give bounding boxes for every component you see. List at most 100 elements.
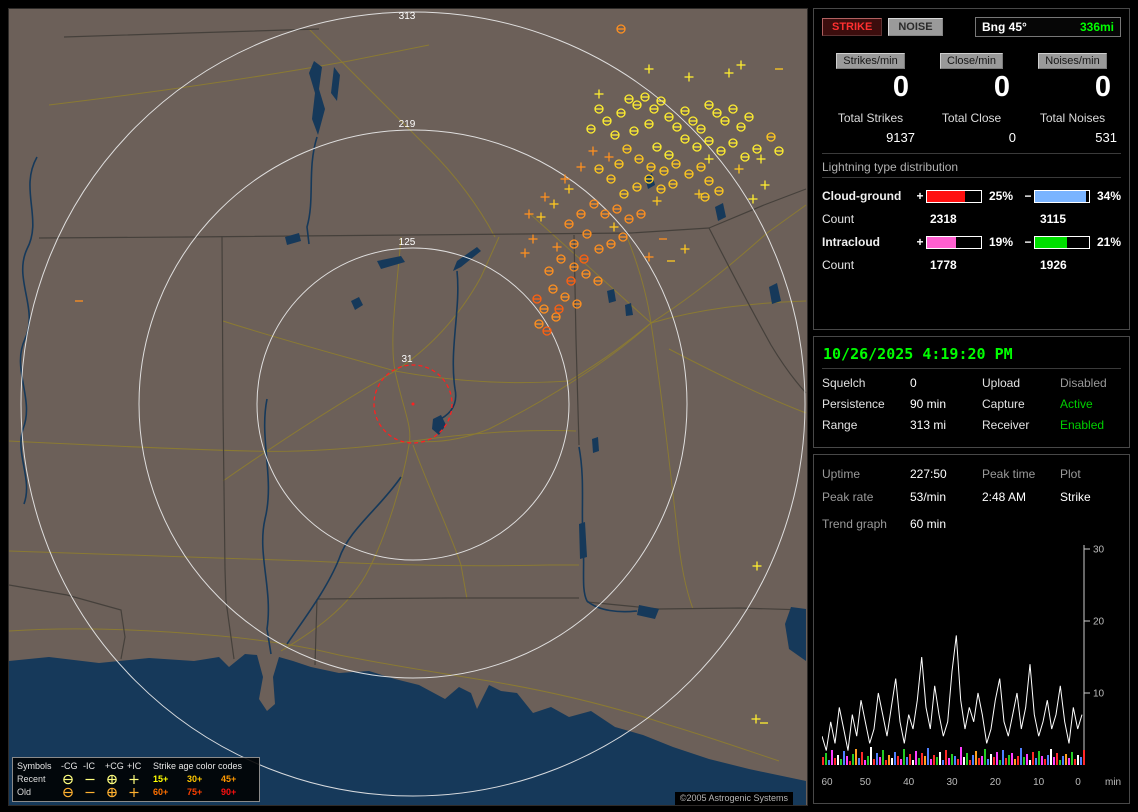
negative-count: 1926 bbox=[1040, 258, 1067, 273]
count-row: Count 2318 3115 bbox=[822, 208, 1121, 230]
setting-label: Squelch bbox=[822, 376, 866, 390]
lightning-map[interactable]: 31 125 219 313 bbox=[9, 9, 807, 805]
age-code: 90+ bbox=[221, 786, 237, 797]
positive-bar-fill bbox=[927, 236, 956, 248]
trend-graph-label: Trend graph bbox=[822, 517, 887, 531]
positive-count: 1778 bbox=[930, 258, 957, 273]
trend-x-tick: 50 bbox=[860, 777, 872, 788]
distribution-table: Cloud-ground +25% −34% Count 2318 3115 Intracl… bbox=[822, 184, 1121, 276]
stats-box: STRIKE NOISE Bng 45° 336mi Strikes/min 0 T… bbox=[813, 8, 1130, 330]
setting-label: Receiver bbox=[982, 418, 1030, 432]
bearing-range-display: Bng 45° 336mi bbox=[975, 17, 1121, 37]
count-label: Count bbox=[822, 212, 855, 227]
counter-value: 0 bbox=[892, 71, 909, 103]
age-code: 15+ bbox=[153, 773, 169, 784]
setting-value: Enabled bbox=[1060, 418, 1105, 432]
trend-x-tick: 60 bbox=[822, 777, 833, 788]
total-label: Total Strikes bbox=[837, 111, 904, 126]
legend-symbol-column-header: -CG bbox=[61, 760, 78, 771]
map-panel[interactable]: 31 125 219 313 Symbols -CG -IC +CG +IC Strike ag… bbox=[8, 8, 808, 806]
counter-button-row: Noises/min bbox=[1024, 53, 1121, 69]
counter-column: Noises/min 0 Total Noises 531 bbox=[1024, 53, 1121, 145]
legend-row-label: Recent bbox=[17, 773, 46, 784]
info-label: Plot bbox=[1060, 467, 1081, 481]
trend-y-tick: 30 bbox=[1093, 545, 1105, 556]
negative-count: 3115 bbox=[1040, 212, 1067, 227]
trend-y-tick: 10 bbox=[1093, 689, 1105, 700]
distribution-row: Intracloud +19% − 21% bbox=[822, 230, 1121, 254]
plus-sign: + bbox=[916, 235, 924, 250]
d-symbol-icon bbox=[83, 786, 105, 799]
total-label: Total Noises bbox=[1039, 111, 1106, 126]
total-value: 9137 bbox=[886, 130, 915, 146]
mode-toolbar: STRIKE NOISE Bng 45° 336mi bbox=[822, 17, 1121, 37]
info-grid: Uptime 227:50 Peak time Plot Peak rate 53/min… bbox=[822, 467, 1121, 504]
age-code: 30+ bbox=[187, 773, 203, 784]
trend-x-tick: 40 bbox=[903, 777, 915, 788]
counter-value: 0 bbox=[1094, 71, 1111, 103]
counter-column: Strikes/min 0 Total Strikes 9137 bbox=[822, 53, 919, 145]
cp-symbol-icon bbox=[105, 773, 127, 786]
trend-x-tick: 0 bbox=[1075, 777, 1081, 788]
info-value: 227:50 bbox=[910, 467, 947, 481]
setting-label: Persistence bbox=[822, 397, 885, 411]
positive-bar bbox=[926, 189, 982, 203]
trend-window-value: 60 min bbox=[910, 517, 947, 531]
rate-counters: Strikes/min 0 Total Strikes 9137 Close/min 0 T… bbox=[822, 53, 1121, 145]
age-code: 60+ bbox=[153, 786, 169, 797]
count-label: Count bbox=[822, 258, 855, 273]
noise-mode-button[interactable]: NOISE bbox=[888, 18, 943, 36]
side-panel: STRIKE NOISE Bng 45° 336mi Strikes/min 0 T… bbox=[813, 8, 1130, 804]
negative-percent: 34% bbox=[1097, 189, 1122, 204]
total-value: 531 bbox=[1095, 130, 1117, 146]
legend-grid: Symbols -CG -IC +CG +IC Strike age color code… bbox=[17, 760, 255, 799]
minus-sign: − bbox=[1024, 189, 1032, 204]
positive-bar-fill bbox=[927, 190, 965, 202]
legend-symbol-column-header: +IC bbox=[127, 760, 142, 771]
positive-percent: 25% bbox=[989, 189, 1014, 204]
d-symbol-icon bbox=[83, 773, 105, 786]
settings-grid: Squelch 0 Upload Disabled Persistence 90 min C… bbox=[822, 376, 1121, 432]
counter-label-button[interactable]: Close/min bbox=[940, 53, 1003, 69]
app-window: 31 125 219 313 Symbols -CG -IC +CG +IC Strike ag… bbox=[0, 0, 1138, 812]
divider bbox=[822, 368, 1121, 369]
legend-symbol-column-header: +CG bbox=[105, 760, 124, 771]
strike-mode-button[interactable]: STRIKE bbox=[822, 18, 883, 36]
distribution-row-label: Intracloud bbox=[822, 235, 881, 250]
info-label: Uptime bbox=[822, 467, 861, 481]
trend-y-tick: 20 bbox=[1093, 617, 1105, 628]
cp-symbol-icon bbox=[105, 786, 127, 799]
positive-percent: 19% bbox=[989, 235, 1014, 250]
age-code: 75+ bbox=[187, 786, 203, 797]
trend-chart: 10 20 30 60 50 40 30 20 10 0 min bbox=[822, 545, 1121, 788]
legend-symbol-column-header: -IC bbox=[83, 760, 95, 771]
info-value: 53/min bbox=[910, 490, 947, 504]
legend-row-label: Old bbox=[17, 786, 32, 797]
total-value: 0 bbox=[1008, 130, 1016, 146]
cm-symbol-icon bbox=[61, 786, 83, 799]
counter-label-button[interactable]: Noises/min bbox=[1038, 53, 1107, 69]
cm-symbol-icon bbox=[61, 773, 83, 786]
counter-button-row: Close/min bbox=[923, 53, 1020, 69]
trend-x-unit: min bbox=[1105, 777, 1121, 788]
trend-x-tick: 30 bbox=[946, 777, 958, 788]
counter-label-button[interactable]: Strikes/min bbox=[836, 53, 905, 69]
setting-value: 313 mi bbox=[910, 418, 947, 432]
negative-bar bbox=[1034, 235, 1090, 249]
positive-bar bbox=[926, 235, 982, 249]
legend-age-header: Strike age color codes bbox=[153, 760, 243, 771]
status-box: 10/26/2025 4:19:20 PM Squelch 0 Upload Disa… bbox=[813, 336, 1130, 448]
range-value: 336mi bbox=[1079, 20, 1114, 34]
setting-value: 0 bbox=[910, 376, 917, 390]
setting-label: Range bbox=[822, 418, 858, 432]
trend-graph-header: Trend graph 60 min bbox=[822, 517, 1121, 531]
range-ring-label: 31 bbox=[401, 354, 413, 365]
negative-bar bbox=[1034, 189, 1090, 203]
info-value: 2:48 AM bbox=[982, 490, 1027, 504]
counter-value: 0 bbox=[993, 71, 1010, 103]
negative-percent: 21% bbox=[1097, 235, 1122, 250]
count-row: Count 1778 1926 bbox=[822, 254, 1121, 276]
info-value: Strike bbox=[1060, 490, 1091, 504]
setting-label: Upload bbox=[982, 376, 1021, 390]
legend-symbols-header: Symbols bbox=[17, 760, 52, 771]
